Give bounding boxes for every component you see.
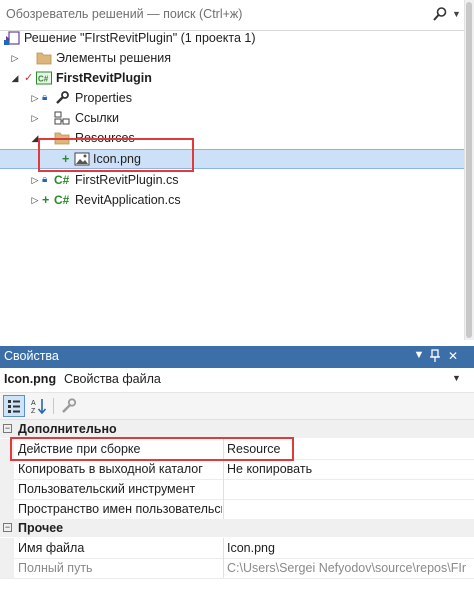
tree-item-solution-items[interactable]: ▷ Элементы решения bbox=[0, 48, 464, 68]
csharp-file-icon: C# bbox=[54, 173, 70, 187]
object-selector[interactable]: Icon.png Свойства файла ▼ bbox=[0, 368, 474, 393]
property-name: Пространство имен пользовательского bbox=[18, 502, 222, 516]
tree-item-references[interactable]: ▷ Ссылки bbox=[0, 108, 464, 128]
column-divider[interactable] bbox=[223, 479, 224, 499]
lock-icon: 🔒︎ bbox=[42, 174, 48, 185]
property-value[interactable]: C:\Users\Sergei Nefyodov\source\repos\FI… bbox=[227, 558, 467, 578]
collapse-arrow-icon[interactable]: ◢ bbox=[10, 68, 20, 88]
wrench-icon bbox=[54, 91, 70, 105]
column-divider[interactable] bbox=[223, 459, 224, 479]
tree-item-file2[interactable]: ▷ + C# RevitApplication.cs bbox=[0, 190, 464, 210]
property-name: Копировать в выходной каталог bbox=[18, 462, 203, 476]
expand-arrow-icon[interactable]: ▷ bbox=[30, 190, 40, 210]
property-row-full-path[interactable]: Полный путь C:\Users\Sergei Nefyodov\sou… bbox=[0, 558, 474, 579]
object-name: Icon.png bbox=[4, 372, 57, 386]
lock-icon: 🔒︎ bbox=[42, 92, 48, 103]
pin-icon[interactable] bbox=[428, 349, 442, 366]
column-divider[interactable] bbox=[223, 558, 224, 578]
category-label: Прочее bbox=[18, 521, 64, 535]
highlight-box bbox=[38, 138, 194, 172]
solution-icon bbox=[4, 31, 20, 45]
references-icon bbox=[54, 111, 70, 125]
csharp-project-icon: C# bbox=[36, 71, 52, 85]
column-divider[interactable] bbox=[223, 499, 224, 519]
property-row-file-name[interactable]: Имя файла Icon.png bbox=[0, 538, 474, 559]
property-value[interactable]: Icon.png bbox=[227, 538, 467, 558]
property-row-custom-tool[interactable]: Пользовательский инструмент bbox=[0, 479, 474, 500]
property-row-custom-namespace[interactable]: Пространство имен пользовательского bbox=[0, 499, 474, 520]
search-icon[interactable] bbox=[432, 6, 448, 22]
svg-text:A: A bbox=[31, 400, 36, 407]
svg-text:C#: C# bbox=[38, 75, 49, 84]
column-divider[interactable] bbox=[223, 538, 224, 558]
property-name: Пользовательский инструмент bbox=[18, 482, 196, 496]
collapse-toggle-icon[interactable]: − bbox=[3, 523, 12, 532]
tree-item-label: FirstRevitPlugin.cs bbox=[75, 173, 179, 187]
categorized-view-icon[interactable] bbox=[3, 395, 25, 417]
solution-explorer-search[interactable]: Обозреватель решений — поиск (Ctrl+ж) ▼ bbox=[0, 0, 464, 31]
checkmark-icon: ✓ bbox=[24, 72, 34, 84]
expand-arrow-icon[interactable]: ▷ bbox=[30, 170, 40, 190]
chevron-down-icon[interactable]: ▼ bbox=[452, 373, 461, 383]
tree-item-properties[interactable]: ▷ 🔒︎ Properties bbox=[0, 88, 464, 108]
property-name: Полный путь bbox=[18, 561, 93, 575]
csharp-file-icon: C# bbox=[54, 193, 70, 207]
search-input[interactable]: Обозреватель решений — поиск (Ctrl+ж) bbox=[6, 7, 242, 21]
tree-item-label: Элементы решения bbox=[56, 51, 171, 65]
row-gutter bbox=[0, 499, 14, 519]
tree-item-solution[interactable]: Решение "FIrstRevitPlugin" (1 проекта 1) bbox=[0, 28, 464, 48]
close-icon[interactable]: ✕ bbox=[446, 349, 460, 363]
svg-text:Z: Z bbox=[31, 408, 36, 415]
properties-toolbar: AZ bbox=[0, 393, 474, 420]
tree-item-label: Решение "FIrstRevitPlugin" (1 проекта 1) bbox=[24, 31, 256, 45]
folder-icon bbox=[36, 51, 52, 65]
row-gutter bbox=[0, 538, 14, 558]
scrollbar-thumb[interactable] bbox=[466, 2, 472, 338]
expand-arrow-icon[interactable]: ▷ bbox=[30, 108, 40, 128]
row-gutter bbox=[0, 479, 14, 499]
wrench-icon[interactable] bbox=[58, 395, 80, 417]
tree-item-label: RevitApplication.cs bbox=[75, 193, 181, 207]
highlight-box bbox=[10, 437, 294, 461]
category-label: Дополнительно bbox=[18, 422, 117, 436]
tree-item-label: FirstRevitPlugin bbox=[56, 71, 152, 85]
properties-panel-header: Свойства ▼ ✕ bbox=[0, 346, 474, 368]
property-value[interactable]: Не копировать bbox=[227, 459, 467, 479]
property-name: Имя файла bbox=[18, 541, 85, 555]
toolbar-separator bbox=[53, 398, 54, 414]
category-misc[interactable]: − Прочее bbox=[0, 519, 474, 537]
row-gutter bbox=[0, 558, 14, 578]
alphabetical-sort-icon[interactable]: AZ bbox=[28, 395, 50, 417]
chevron-down-icon[interactable]: ▼ bbox=[452, 6, 462, 22]
panel-title: Свойства bbox=[4, 349, 59, 363]
object-type: Свойства файла bbox=[64, 372, 161, 386]
tree-item-label: Properties bbox=[75, 91, 132, 105]
tree-item-project[interactable]: ◢ ✓ C# FirstRevitPlugin bbox=[0, 68, 464, 88]
tree-item-label: Ссылки bbox=[75, 111, 120, 125]
property-row-copy-output[interactable]: Копировать в выходной каталог Не копиров… bbox=[0, 459, 474, 480]
row-gutter bbox=[0, 459, 14, 479]
tree-item-file1[interactable]: ▷ 🔒︎ C# FirstRevitPlugin.cs bbox=[0, 170, 464, 190]
expand-arrow-icon[interactable]: ▷ bbox=[30, 88, 40, 108]
category-advanced[interactable]: − Дополнительно bbox=[0, 420, 474, 438]
window-position-icon[interactable]: ▼ bbox=[412, 349, 426, 361]
collapse-toggle-icon[interactable]: − bbox=[3, 424, 12, 433]
expand-arrow-icon[interactable]: ▷ bbox=[10, 48, 20, 68]
plus-icon: + bbox=[42, 193, 50, 207]
